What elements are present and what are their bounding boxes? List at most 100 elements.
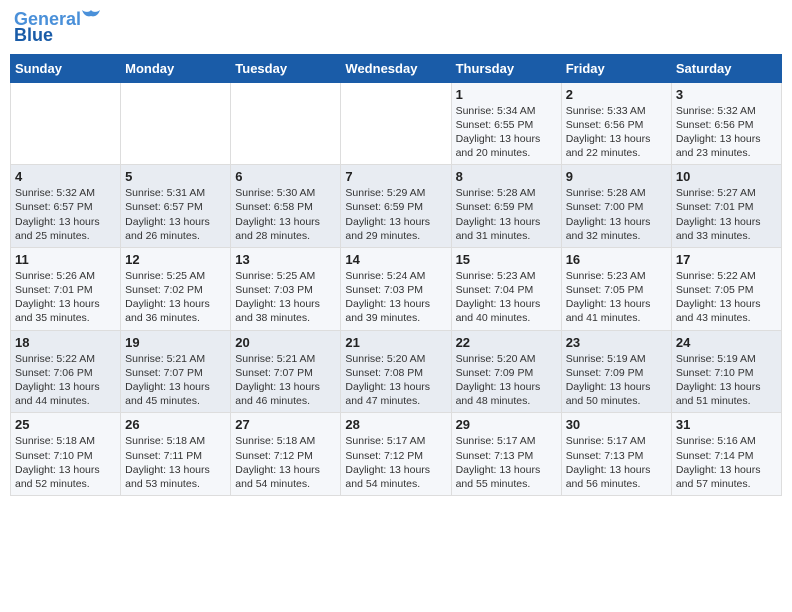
calendar-cell: 2 Sunrise: 5:33 AM Sunset: 6:56 PM Daylig… <box>561 82 671 165</box>
calendar-cell: 15 Sunrise: 5:23 AM Sunset: 7:04 PM Dayli… <box>451 247 561 330</box>
day-number: 24 <box>676 335 777 350</box>
day-number: 2 <box>566 87 667 102</box>
calendar-cell <box>341 82 451 165</box>
day-number: 15 <box>456 252 557 267</box>
cell-content: Sunrise: 5:25 AM Sunset: 7:02 PM Dayligh… <box>125 269 226 326</box>
cell-content: Sunrise: 5:18 AM Sunset: 7:12 PM Dayligh… <box>235 434 336 491</box>
cell-content: Sunrise: 5:24 AM Sunset: 7:03 PM Dayligh… <box>345 269 446 326</box>
calendar-cell: 25 Sunrise: 5:18 AM Sunset: 7:10 PM Dayli… <box>11 413 121 496</box>
calendar-week-5: 25 Sunrise: 5:18 AM Sunset: 7:10 PM Dayli… <box>11 413 782 496</box>
cell-content: Sunrise: 5:28 AM Sunset: 7:00 PM Dayligh… <box>566 186 667 243</box>
calendar-cell: 5 Sunrise: 5:31 AM Sunset: 6:57 PM Daylig… <box>121 165 231 248</box>
cell-content: Sunrise: 5:17 AM Sunset: 7:13 PM Dayligh… <box>456 434 557 491</box>
calendar-table: SundayMondayTuesdayWednesdayThursdayFrid… <box>10 54 782 496</box>
weekday-header-tuesday: Tuesday <box>231 54 341 82</box>
cell-content: Sunrise: 5:20 AM Sunset: 7:08 PM Dayligh… <box>345 352 446 409</box>
calendar-cell: 20Sunrise: 5:21 AM Sunset: 7:07 PM Dayli… <box>231 330 341 413</box>
calendar-cell <box>11 82 121 165</box>
day-number: 12 <box>125 252 226 267</box>
cell-content: Sunrise: 5:25 AM Sunset: 7:03 PM Dayligh… <box>235 269 336 326</box>
cell-content: Sunrise: 5:22 AM Sunset: 7:05 PM Dayligh… <box>676 269 777 326</box>
day-number: 26 <box>125 417 226 432</box>
cell-content: Sunrise: 5:16 AM Sunset: 7:14 PM Dayligh… <box>676 434 777 491</box>
weekday-header-sunday: Sunday <box>11 54 121 82</box>
calendar-cell: 23Sunrise: 5:19 AM Sunset: 7:09 PM Dayli… <box>561 330 671 413</box>
calendar-week-2: 4Sunrise: 5:32 AM Sunset: 6:57 PM Daylig… <box>11 165 782 248</box>
cell-content: Sunrise: 5:21 AM Sunset: 7:07 PM Dayligh… <box>125 352 226 409</box>
calendar-cell: 22 Sunrise: 5:20 AM Sunset: 7:09 PM Dayli… <box>451 330 561 413</box>
weekday-header-saturday: Saturday <box>671 54 781 82</box>
day-number: 27 <box>235 417 336 432</box>
cell-content: Sunrise: 5:32 AM Sunset: 6:57 PM Dayligh… <box>15 186 116 243</box>
calendar-cell: 8 Sunrise: 5:28 AM Sunset: 6:59 PM Daylig… <box>451 165 561 248</box>
calendar-cell: 31 Sunrise: 5:16 AM Sunset: 7:14 PM Dayli… <box>671 413 781 496</box>
calendar-cell: 26 Sunrise: 5:18 AM Sunset: 7:11 PM Dayli… <box>121 413 231 496</box>
day-number: 21 <box>345 335 446 350</box>
calendar-cell: 14 Sunrise: 5:24 AM Sunset: 7:03 PM Dayli… <box>341 247 451 330</box>
calendar-cell: 1 Sunrise: 5:34 AM Sunset: 6:55 PM Daylig… <box>451 82 561 165</box>
day-number: 13 <box>235 252 336 267</box>
day-number: 1 <box>456 87 557 102</box>
weekday-header-thursday: Thursday <box>451 54 561 82</box>
calendar-cell: 21 Sunrise: 5:20 AM Sunset: 7:08 PM Dayli… <box>341 330 451 413</box>
calendar-cell: 19 Sunrise: 5:21 AM Sunset: 7:07 PM Dayli… <box>121 330 231 413</box>
cell-content: Sunrise: 5:18 AM Sunset: 7:10 PM Dayligh… <box>15 434 116 491</box>
calendar-cell: 12 Sunrise: 5:25 AM Sunset: 7:02 PM Dayli… <box>121 247 231 330</box>
calendar-cell: 10 Sunrise: 5:27 AM Sunset: 7:01 PM Dayli… <box>671 165 781 248</box>
day-number: 19 <box>125 335 226 350</box>
calendar-cell: 3Sunrise: 5:32 AM Sunset: 6:56 PM Daylig… <box>671 82 781 165</box>
day-number: 6 <box>235 169 336 184</box>
calendar-week-1: 1 Sunrise: 5:34 AM Sunset: 6:55 PM Daylig… <box>11 82 782 165</box>
day-number: 7 <box>345 169 446 184</box>
cell-content: Sunrise: 5:30 AM Sunset: 6:58 PM Dayligh… <box>235 186 336 243</box>
day-number: 31 <box>676 417 777 432</box>
cell-content: Sunrise: 5:27 AM Sunset: 7:01 PM Dayligh… <box>676 186 777 243</box>
logo-text-blue: Blue <box>14 26 53 46</box>
day-number: 10 <box>676 169 777 184</box>
weekday-header-friday: Friday <box>561 54 671 82</box>
day-number: 11 <box>15 252 116 267</box>
calendar-cell: 29Sunrise: 5:17 AM Sunset: 7:13 PM Dayli… <box>451 413 561 496</box>
page-header: General Blue <box>10 10 782 46</box>
day-number: 8 <box>456 169 557 184</box>
cell-content: Sunrise: 5:23 AM Sunset: 7:05 PM Dayligh… <box>566 269 667 326</box>
cell-content: Sunrise: 5:34 AM Sunset: 6:55 PM Dayligh… <box>456 104 557 161</box>
day-number: 5 <box>125 169 226 184</box>
cell-content: Sunrise: 5:29 AM Sunset: 6:59 PM Dayligh… <box>345 186 446 243</box>
day-number: 22 <box>456 335 557 350</box>
calendar-week-3: 11 Sunrise: 5:26 AM Sunset: 7:01 PM Dayli… <box>11 247 782 330</box>
calendar-cell: 4Sunrise: 5:32 AM Sunset: 6:57 PM Daylig… <box>11 165 121 248</box>
calendar-cell: 9 Sunrise: 5:28 AM Sunset: 7:00 PM Daylig… <box>561 165 671 248</box>
logo: General Blue <box>14 10 100 46</box>
logo-bird-icon <box>82 8 100 26</box>
calendar-cell: 17Sunrise: 5:22 AM Sunset: 7:05 PM Dayli… <box>671 247 781 330</box>
day-number: 14 <box>345 252 446 267</box>
weekday-header-monday: Monday <box>121 54 231 82</box>
cell-content: Sunrise: 5:20 AM Sunset: 7:09 PM Dayligh… <box>456 352 557 409</box>
cell-content: Sunrise: 5:23 AM Sunset: 7:04 PM Dayligh… <box>456 269 557 326</box>
day-number: 25 <box>15 417 116 432</box>
cell-content: Sunrise: 5:33 AM Sunset: 6:56 PM Dayligh… <box>566 104 667 161</box>
calendar-cell: 7 Sunrise: 5:29 AM Sunset: 6:59 PM Daylig… <box>341 165 451 248</box>
cell-content: Sunrise: 5:18 AM Sunset: 7:11 PM Dayligh… <box>125 434 226 491</box>
calendar-cell: 16Sunrise: 5:23 AM Sunset: 7:05 PM Dayli… <box>561 247 671 330</box>
calendar-cell: 27 Sunrise: 5:18 AM Sunset: 7:12 PM Dayli… <box>231 413 341 496</box>
day-number: 28 <box>345 417 446 432</box>
calendar-cell: 24 Sunrise: 5:19 AM Sunset: 7:10 PM Dayli… <box>671 330 781 413</box>
day-number: 3 <box>676 87 777 102</box>
cell-content: Sunrise: 5:19 AM Sunset: 7:10 PM Dayligh… <box>676 352 777 409</box>
cell-content: Sunrise: 5:22 AM Sunset: 7:06 PM Dayligh… <box>15 352 116 409</box>
calendar-cell: 18 Sunrise: 5:22 AM Sunset: 7:06 PM Dayli… <box>11 330 121 413</box>
day-number: 23 <box>566 335 667 350</box>
weekday-header-wednesday: Wednesday <box>341 54 451 82</box>
cell-content: Sunrise: 5:26 AM Sunset: 7:01 PM Dayligh… <box>15 269 116 326</box>
calendar-cell <box>121 82 231 165</box>
cell-content: Sunrise: 5:28 AM Sunset: 6:59 PM Dayligh… <box>456 186 557 243</box>
cell-content: Sunrise: 5:21 AM Sunset: 7:07 PM Dayligh… <box>235 352 336 409</box>
cell-content: Sunrise: 5:31 AM Sunset: 6:57 PM Dayligh… <box>125 186 226 243</box>
day-number: 9 <box>566 169 667 184</box>
calendar-cell: 6 Sunrise: 5:30 AM Sunset: 6:58 PM Daylig… <box>231 165 341 248</box>
calendar-cell: 11 Sunrise: 5:26 AM Sunset: 7:01 PM Dayli… <box>11 247 121 330</box>
weekday-header-row: SundayMondayTuesdayWednesdayThursdayFrid… <box>11 54 782 82</box>
day-number: 18 <box>15 335 116 350</box>
